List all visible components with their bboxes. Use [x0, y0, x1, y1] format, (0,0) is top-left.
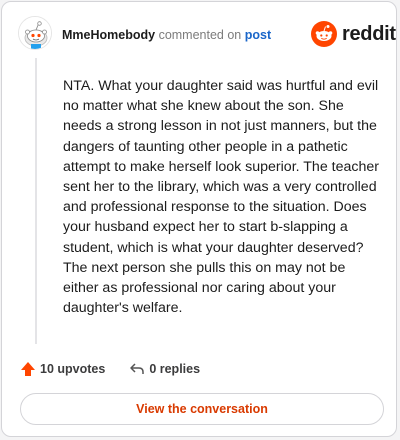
- comment-body: NTA. What your daughter said was hurtful…: [63, 78, 379, 317]
- reddit-logo[interactable]: reddit: [311, 20, 396, 48]
- reddit-wordmark: reddit: [342, 22, 396, 45]
- comment-card: MmeHomebody commented on post reddit NTA…: [1, 1, 397, 437]
- action-text: commented on: [158, 28, 242, 42]
- comment-header: MmeHomebody commented on post: [62, 28, 271, 42]
- upvote-button[interactable]: 10 upvotes: [20, 361, 105, 377]
- view-conversation-button[interactable]: View the conversation: [20, 393, 384, 425]
- upvote-arrow-icon: [21, 362, 35, 376]
- reddit-alien-icon: [311, 21, 337, 47]
- reply-arrow-icon: [130, 363, 145, 374]
- upvote-count: 10 upvotes: [40, 362, 106, 376]
- comment-actions: 10 upvotes 0 replies: [20, 359, 200, 379]
- reply-count: 0 replies: [149, 362, 201, 376]
- post-link[interactable]: post: [245, 28, 271, 42]
- thread-line: [35, 58, 37, 344]
- username[interactable]: MmeHomebody: [62, 28, 155, 42]
- user-avatar[interactable]: [18, 16, 52, 50]
- snoo-avatar-icon: [19, 17, 51, 49]
- replies-button[interactable]: 0 replies: [129, 361, 200, 377]
